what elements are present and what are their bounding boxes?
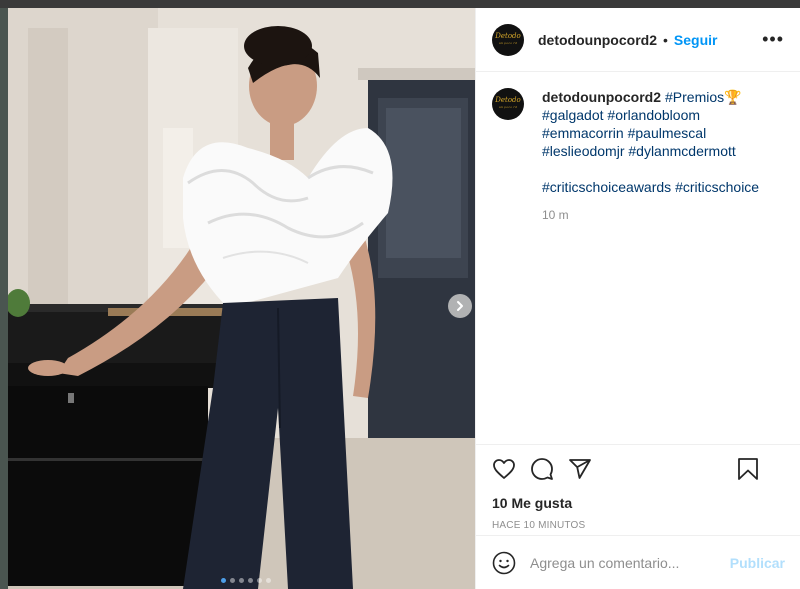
comment-input[interactable] [530, 554, 720, 571]
caption-username[interactable]: detodounpocord2 [542, 89, 661, 105]
carousel-dot [257, 578, 262, 583]
follow-button[interactable]: Seguir [674, 32, 718, 48]
avatar[interactable]: Detodo un poco rd [492, 23, 524, 56]
trophy-emoji: 🏆 [724, 89, 742, 105]
carousel-dot [266, 578, 271, 583]
caption-text: detodounpocord2 #Premios🏆 #galgadot #orla… [542, 88, 782, 196]
heart-icon[interactable] [492, 457, 516, 481]
post-header: Detodo un poco rd detodounpocord2 • Segu… [476, 8, 800, 72]
hashtag-link[interactable]: #dylanmcdermott [628, 143, 735, 159]
carousel-dot [239, 578, 244, 583]
carousel-dot [221, 578, 226, 583]
carousel-indicator [221, 578, 271, 583]
chevron-right-icon [457, 301, 463, 311]
more-options-icon[interactable]: ••• [762, 30, 784, 48]
emoji-icon[interactable] [492, 551, 516, 575]
carousel-next-button[interactable] [448, 294, 472, 318]
photo-illustration [8, 8, 475, 589]
header-separator: • [663, 31, 668, 48]
caption-timestamp[interactable]: 10 m [542, 208, 782, 222]
author-username[interactable]: detodounpocord2 [538, 32, 657, 48]
hashtag-link[interactable]: #paulmescal [628, 125, 707, 141]
backdrop-left [0, 8, 8, 589]
post-details-panel: Detodo un poco rd detodounpocord2 • Segu… [475, 8, 800, 589]
hashtag-link[interactable]: #emmacorrin [542, 125, 624, 141]
bookmark-icon[interactable] [737, 457, 759, 481]
avatar[interactable]: Detodo un poco rd [492, 88, 524, 120]
post-caption: Detodo un poco rd detodounpocord2 #Premio… [476, 72, 800, 222]
share-icon[interactable] [568, 457, 592, 481]
avatar-logo: Detodo un poco rd [495, 96, 521, 110]
hashtag-link[interactable]: #criticschoiceawards [542, 179, 671, 195]
avatar-logo: Detodo un poco rd [495, 31, 521, 45]
hashtag-link[interactable]: #leslieodomjr [542, 143, 624, 159]
comment-icon[interactable] [530, 457, 554, 481]
hashtag-link[interactable]: #Premios [665, 89, 724, 105]
action-icons-row [492, 445, 785, 493]
comment-form: Publicar [476, 535, 800, 589]
publish-button[interactable]: Publicar [730, 555, 785, 571]
hashtag-link[interactable]: #criticschoice [675, 179, 759, 195]
post-photo[interactable] [8, 8, 475, 589]
post-actions: 10 Me gusta HACE 10 MINUTOS [476, 444, 800, 531]
post-time-ago[interactable]: HACE 10 MINUTOS [492, 520, 785, 531]
carousel-dot [248, 578, 253, 583]
backdrop-top [0, 0, 800, 8]
hashtag-link[interactable]: #orlandobloom [607, 107, 700, 123]
carousel-dot [230, 578, 235, 583]
hashtag-link[interactable]: #galgadot [542, 107, 604, 123]
like-count[interactable]: 10 Me gusta [492, 495, 785, 511]
